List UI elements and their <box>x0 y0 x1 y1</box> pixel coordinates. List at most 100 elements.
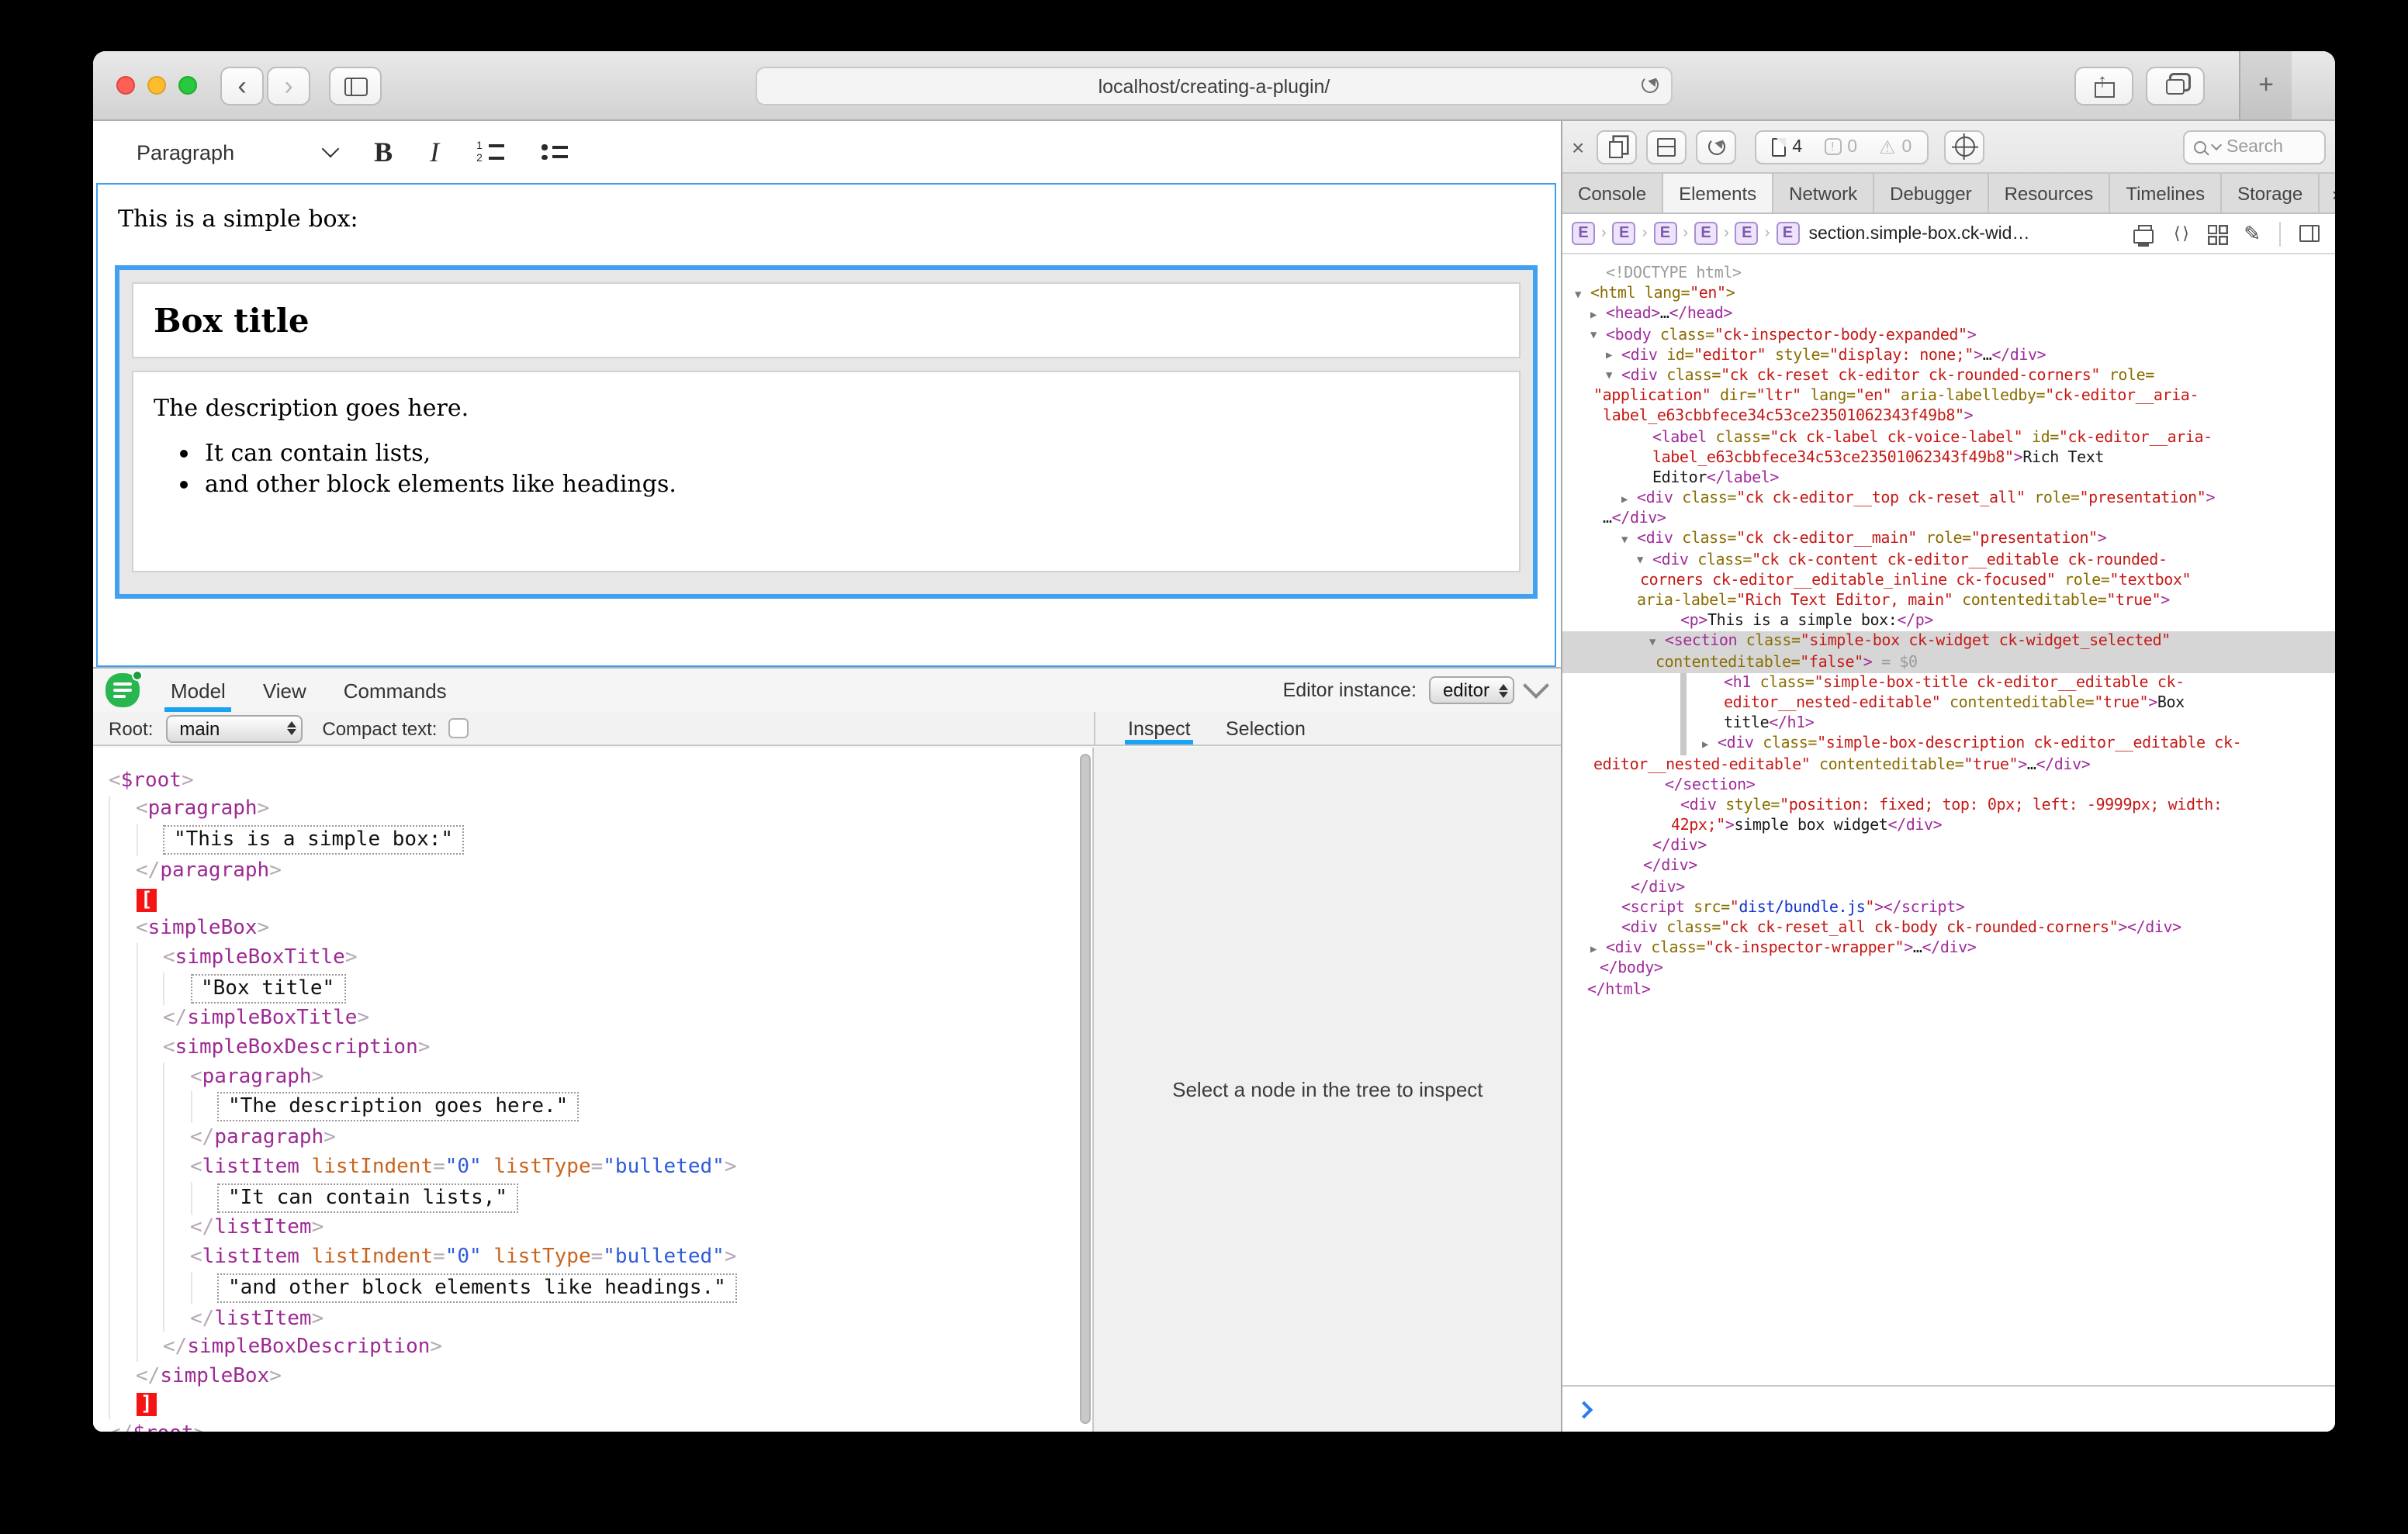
editor-instance-select[interactable]: editor <box>1429 676 1514 704</box>
list-item[interactable]: It can contain lists, <box>205 439 1519 467</box>
model-tree-line[interactable]: <simpleBoxTitle> <box>109 943 1093 972</box>
model-tree-line[interactable]: </paragraph> <box>109 1124 1093 1152</box>
collapsed-arrow-icon[interactable]: ▶ <box>1590 939 1597 959</box>
minimize-window-button[interactable] <box>147 76 166 95</box>
model-tree-line[interactable]: <listItem listIndent="0" listType="bulle… <box>109 1152 1093 1181</box>
dom-tree-line[interactable]: "application" dir="ltr" lang="en" aria-l… <box>1562 386 2335 406</box>
tab-elements[interactable]: Elements <box>1663 174 1773 212</box>
dom-tree-line[interactable]: ▼<div class="ck ck-editor__main" role="p… <box>1562 530 2335 550</box>
dom-tree-line[interactable]: aria-label="Rich Text Editor, main" cont… <box>1562 591 2335 611</box>
model-tree-pane[interactable]: <$root><paragraph>"This is a simple box:… <box>93 748 1093 1432</box>
new-tab-button[interactable]: + <box>2239 51 2292 119</box>
model-tree-line[interactable]: [ <box>109 886 1093 914</box>
model-text-node[interactable]: "It can contain lists," <box>217 1183 518 1212</box>
styles-brush-icon[interactable]: ✎ <box>2244 221 2261 246</box>
dom-tree-line[interactable]: ▶<div class="simple-box-description ck-e… <box>1562 734 2335 755</box>
quick-console[interactable] <box>1562 1385 2335 1432</box>
dom-tree-line[interactable]: <div style="position: fixed; top: 0px; l… <box>1562 796 2335 816</box>
expanded-arrow-icon[interactable]: ▼ <box>1621 530 1628 551</box>
show-source-icon[interactable]: ⟨⟩ <box>2172 223 2190 244</box>
model-tree-line[interactable]: "This is a simple box:" <box>109 824 1093 856</box>
dom-tree-line[interactable]: label_e63cbbfece34c53ce23501062343f49b8"… <box>1562 447 2335 468</box>
share-button[interactable] <box>2074 67 2133 105</box>
tab-commands[interactable]: Commands <box>325 669 465 712</box>
element-picker-button[interactable] <box>1944 130 1984 164</box>
dom-tree-line[interactable]: title</h1> <box>1562 713 2335 734</box>
model-text-node[interactable]: "Box title" <box>190 973 345 1003</box>
dock-side-button[interactable] <box>1646 130 1687 164</box>
model-tree-line[interactable]: "The description goes here." <box>109 1091 1093 1124</box>
dom-tree-line[interactable]: <p>This is a simple box:</p> <box>1562 611 2335 631</box>
collapse-inspector-icon[interactable] <box>1523 672 1549 699</box>
model-tree-line[interactable]: "Box title" <box>109 972 1093 1004</box>
model-tree-line[interactable]: <listItem listIndent="0" listType="bulle… <box>109 1242 1093 1271</box>
model-text-node[interactable]: "The description goes here." <box>217 1093 579 1122</box>
expanded-arrow-icon[interactable]: ▼ <box>1606 367 1612 387</box>
tab-inspect[interactable]: Inspect <box>1109 712 1209 745</box>
grid-overlay-icon[interactable] <box>2208 225 2225 242</box>
model-tree-line[interactable]: </$root> <box>109 1419 1093 1432</box>
simple-box-description-field[interactable]: The description goes here. It can contai… <box>132 371 1521 572</box>
dom-tree-line[interactable]: ▼<div class="ck ck-content ck-editor__ed… <box>1562 550 2335 570</box>
breadcrumb-selected-node[interactable]: section.simple-box.ck-wid… <box>1808 224 2029 243</box>
collapsed-arrow-icon[interactable]: ▶ <box>1590 306 1597 326</box>
dom-tree-line[interactable]: ▶<div id="editor" style="display: none;"… <box>1562 346 2335 366</box>
reload-page-button[interactable] <box>1696 130 1736 164</box>
dom-tree-line[interactable]: editor__nested-editable" contenteditable… <box>1562 693 2335 713</box>
paragraph-dropdown[interactable]: Paragraph <box>137 140 337 164</box>
model-tree-line[interactable]: </paragraph> <box>109 856 1093 885</box>
dom-tree-line[interactable]: </div> <box>1562 877 2335 897</box>
close-window-button[interactable] <box>116 76 135 95</box>
dom-tree-line[interactable]: ▼<body class="ck-inspector-body-expanded… <box>1562 325 2335 345</box>
tab-resources[interactable]: Resources <box>1989 174 2111 212</box>
italic-button[interactable]: I <box>430 136 439 168</box>
model-tree-line[interactable]: <$root> <box>109 766 1093 795</box>
dom-tree-line[interactable]: ▼<div class="ck ck-reset ck-editor ck-ro… <box>1562 366 2335 386</box>
breadcrumb-element-badge[interactable]: E <box>1572 222 1595 245</box>
dom-tree-line[interactable]: </section> <box>1562 775 2335 795</box>
dom-tree-line[interactable]: ▶<head>…</head> <box>1562 305 2335 325</box>
rich-text-editor[interactable]: This is a simple box: Box title The desc… <box>96 183 1556 667</box>
tab-console[interactable]: Console <box>1562 174 1663 212</box>
dom-tree-line[interactable]: ▼<section class="simple-box ck-widget ck… <box>1562 632 2335 652</box>
model-tree-line[interactable]: <paragraph> <box>109 1062 1093 1091</box>
model-tree-line[interactable]: </simpleBoxDescription> <box>109 1333 1093 1362</box>
dom-tree-line[interactable]: </div> <box>1562 857 2335 877</box>
zoom-window-button[interactable] <box>178 76 197 95</box>
model-tree-line[interactable]: <simpleBoxDescription> <box>109 1033 1093 1062</box>
dom-tree-line[interactable]: Editor</label> <box>1562 468 2335 489</box>
breadcrumb-element-badge[interactable]: E <box>1613 222 1636 245</box>
dom-tree-line[interactable]: …</div> <box>1562 510 2335 530</box>
model-tree-scrollbar[interactable] <box>1081 754 1092 1424</box>
reload-button[interactable] <box>1642 76 1659 98</box>
devtools-search-field[interactable]: Search <box>2183 130 2326 164</box>
model-tree-line[interactable]: <paragraph> <box>109 795 1093 824</box>
bold-button[interactable]: B <box>374 136 393 168</box>
dom-tree-line[interactable]: <!DOCTYPE html> <box>1562 264 2335 284</box>
sidebar-toggle-button[interactable] <box>329 67 382 105</box>
dom-tree-line[interactable]: 42px;">simple box widget</div> <box>1562 816 2335 836</box>
expanded-arrow-icon[interactable]: ▼ <box>1575 285 1581 305</box>
tab-selection[interactable]: Selection <box>1207 712 1324 745</box>
tab-timelines[interactable]: Timelines <box>2110 174 2222 212</box>
print-styles-icon[interactable] <box>2133 229 2154 243</box>
dom-tree-line[interactable]: ▼<html lang="en"> <box>1562 284 2335 304</box>
model-tree-line[interactable]: </listItem> <box>109 1214 1093 1242</box>
expanded-arrow-icon[interactable]: ▼ <box>1590 326 1597 346</box>
model-text-node[interactable]: "and other block elements like headings.… <box>217 1273 737 1302</box>
list-item[interactable]: and other block elements like headings. <box>205 470 1519 498</box>
breadcrumb-element-badge[interactable]: E <box>1735 222 1759 245</box>
root-select[interactable]: main <box>165 714 302 742</box>
model-tree-line[interactable]: ] <box>109 1391 1093 1419</box>
details-sidebar-icon[interactable] <box>2299 225 2320 242</box>
compact-text-checkbox[interactable] <box>448 718 468 738</box>
url-bar[interactable]: localhost/creating-a-plugin/ <box>756 67 1673 105</box>
tab-network[interactable]: Network <box>1773 174 1874 212</box>
dom-tree-line[interactable]: ▶<div class="ck-inspector-wrapper">…</di… <box>1562 938 2335 959</box>
model-tree-line[interactable]: <simpleBox> <box>109 914 1093 943</box>
collapsed-arrow-icon[interactable]: ▶ <box>1702 735 1708 755</box>
back-button[interactable]: ‹ <box>220 67 264 105</box>
tab-debugger[interactable]: Debugger <box>1874 174 1988 212</box>
tab-overview-button[interactable] <box>2146 67 2205 105</box>
breadcrumb-element-badge[interactable]: E <box>1776 222 1799 245</box>
